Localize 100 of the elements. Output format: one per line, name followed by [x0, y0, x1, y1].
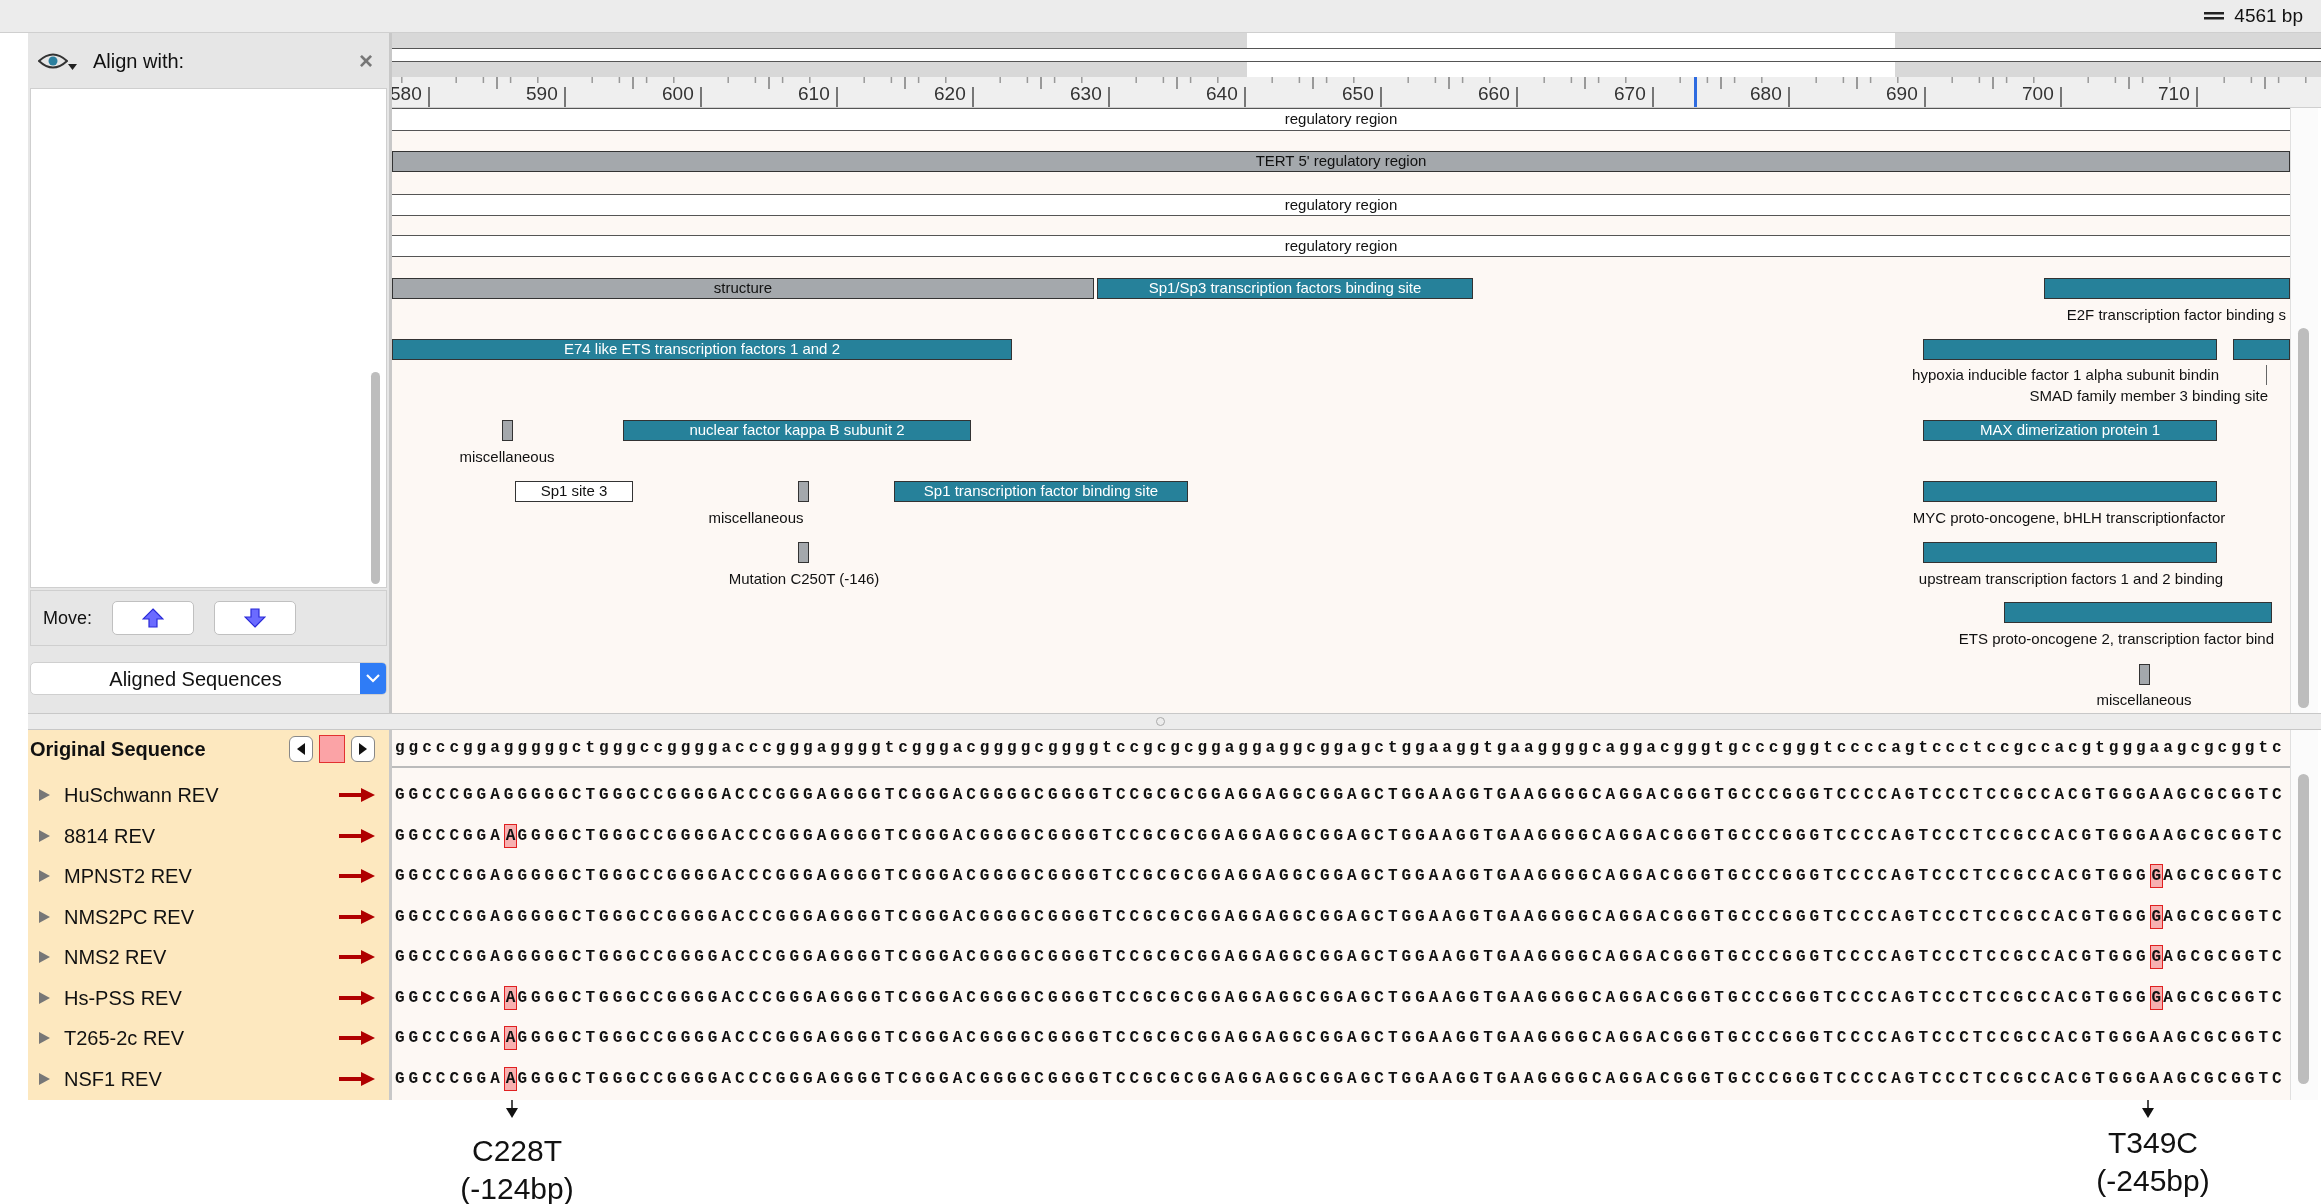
feature-bar[interactable] [2233, 339, 2290, 360]
feature-label: upstream transcription factors 1 and 2 binding [1918, 569, 2224, 589]
feature-bar[interactable]: structure [392, 278, 1094, 299]
feature-marker[interactable] [502, 420, 513, 441]
sequence-name[interactable]: 8814 REV [64, 820, 339, 851]
sequence-name[interactable]: HuSchwann REV [64, 780, 339, 811]
arrow-right-icon [339, 869, 375, 884]
feature-marker[interactable] [2139, 664, 2150, 685]
sequence-text: AGCGCGGTC [2163, 906, 2286, 928]
sequence-text: GGCCCGGA [395, 825, 504, 847]
sequence-text: AGCGCGGTC [2163, 987, 2286, 1009]
move-down-button[interactable] [214, 601, 297, 635]
feature-label: MYC proto-oncogene, bHLH transcriptionfactor [1912, 508, 2226, 528]
view-menu-button[interactable] [38, 51, 77, 70]
sequence-name[interactable]: NMS2 REV [64, 942, 339, 973]
sequence-length: 4561 bp [2234, 3, 2303, 28]
scrollbar[interactable] [2290, 108, 2318, 713]
arrow-up-icon [142, 608, 165, 628]
feature-bar[interactable]: Sp1 transcription factor binding site [894, 481, 1188, 502]
sequence-name[interactable]: Hs-PSS REV [64, 982, 339, 1013]
scrollbar-thumb[interactable] [2298, 774, 2309, 1084]
mutation-color-button[interactable] [319, 735, 345, 763]
sequence-name[interactable]: NSF1 REV [64, 1063, 339, 1094]
feature-bar[interactable] [1923, 481, 2217, 502]
position-label: (-245bp) [2096, 1163, 2210, 1199]
sequence-text: ggcccggagggggctgggccggggacccgggaggggtcgggacggggcggggtccgcgcggaggaggcggagctggaaggtgaaggggcaggacgggtgcccgggtccccagtccctccgccacgtgggaagcgcggtc [395, 738, 2286, 759]
feature-bar[interactable]: Sp1 site 3 [515, 481, 633, 502]
sequence-name[interactable]: NMS2PC REV [64, 901, 339, 932]
ruler-label: 600 [662, 82, 694, 106]
arrow-down-icon [244, 608, 267, 628]
overview-track[interactable] [392, 33, 2321, 77]
scrollbar[interactable] [2290, 730, 2318, 1100]
feature-bar[interactable]: MAX dimerization protein 1 [1923, 420, 2217, 441]
feature-bar[interactable] [1923, 542, 2217, 563]
feature-bar[interactable] [2004, 602, 2272, 623]
sequence-text: GGCCCGGAGGGGGCTGGGCCGGGGACCCGGGAGGGGTCGGGACGGGGCGGGGTCCGCGCGGAGGAGGCGGAGCTGGAAGGTGAAGGGGCAGGACGGGTGCCCGGGTCCCCAGTCCCTCCGCCACGTGGG [395, 947, 2150, 969]
feature-marker[interactable] [798, 542, 809, 563]
down-arrow-icon [506, 1100, 518, 1118]
sequence-text: GGCCCGGAGGGGGCTGGGCCGGGGACCCGGGAGGGGTCGGGACGGGGCGGGGTCCGCGCGGAGGAGGCGGAGCTGGAAGGTGAAGGGGCAGGACGGGTGCCCGGGTCCCCAGTCCCTCCGCCACGTGGG [395, 866, 2150, 888]
sequence-text: AGCGCGGTC [2163, 866, 2286, 888]
caret-icon [68, 63, 77, 70]
feature-label: Mutation C250T (-146) [728, 569, 880, 589]
arrow-right-icon [339, 1031, 375, 1046]
mutated-base: G [2149, 864, 2164, 889]
sequence-text: GGGGCTGGGCCGGGGACCCGGGAGGGGTCGGGACGGGGCGGGGTCCGCGCGGAGGAGGCGGAGCTGGAAGGTGAAGGGGCAGGACGGGTGCCCGGGTCCCCAGTCCCTCCGCCACGTGGGAAGCGCGGTC [517, 1068, 2286, 1090]
sequence-text: GGGGCTGGGCCGGGGACCCGGGAGGGGTCGGGACGGGGCGGGGTCCGCGCGGAGGAGGCGGAGCTGGAAGGTGAAGGGGCAGGACGGGTGCCCGGGTCCCCAGTCCCTCCGCCACGTGGG [517, 987, 2150, 1009]
feature-band: regulatory region [392, 108, 2290, 131]
down-arrow-icon [2142, 1100, 2154, 1118]
feature-marker[interactable] [798, 481, 809, 502]
feature-bar[interactable] [1923, 339, 2217, 360]
feature-label: miscellaneous [708, 508, 804, 528]
ruler-label: 660 [1478, 82, 1510, 106]
feature-bar[interactable]: E74 like ETS transcription factors 1 and 2 [392, 339, 1012, 360]
arrow-right-icon [339, 788, 375, 803]
arrow-right-icon [339, 909, 375, 924]
ruler-label: 650 [1342, 82, 1374, 106]
ruler-label: 670 [1614, 82, 1646, 106]
sequence-text: GGCCCGGA [395, 1028, 504, 1050]
feature-bar[interactable]: Sp1/Sp3 transcription factors binding site [1097, 278, 1473, 299]
sequence-text: GGCCCGGAGGGGGCTGGGCCGGGGACCCGGGAGGGGTCGGGACGGGGCGGGGTCCGCGCGGAGGAGGCGGAGCTGGAAGGTGAAGGGGCAGGACGGGTGCCCGGGTCCCCAGTCCCTCCGCCACGTGGGAAGCGCGGTC [395, 785, 2286, 807]
feature-label: SMAD family member 3 binding site [2029, 386, 2268, 406]
mutated-base: G [2149, 945, 2164, 970]
arrow-right-icon [339, 950, 375, 965]
sequence-header: Original Sequence [30, 737, 207, 762]
ruler-label: 610 [798, 82, 830, 106]
ruler-label: 630 [1070, 82, 1102, 106]
feature-bar[interactable]: TERT 5' regulatory region [392, 151, 2290, 172]
feature-bar[interactable]: nuclear factor kappa B subunit 2 [623, 420, 971, 441]
mutated-base: A [503, 1066, 518, 1091]
move-up-button[interactable] [112, 601, 195, 635]
mutated-base: A [503, 823, 518, 848]
cursor-line [1694, 77, 1697, 107]
mutation-label: C228T [471, 1133, 562, 1169]
feature-bar[interactable] [2044, 278, 2290, 299]
leader-line [2266, 365, 2267, 385]
sequence-text: GGCCCGGA [395, 1068, 504, 1090]
triangle-left-icon [296, 743, 306, 755]
scrollbar-thumb[interactable] [2298, 328, 2309, 708]
feature-band: regulatory region [392, 194, 2290, 216]
arrow-right-icon [339, 828, 375, 843]
arrow-right-icon [339, 990, 375, 1005]
feature-label: miscellaneous [459, 447, 555, 467]
ruler-label: 680 [1750, 82, 1782, 106]
feature-label: ETS proto-oncogene 2, transcription factor bind [1958, 629, 2274, 649]
eye-icon [38, 51, 68, 70]
sequence-name[interactable]: MPNST2 REV [64, 861, 339, 892]
mutation-label: T349C [2107, 1125, 2198, 1161]
sequence-name[interactable]: T265-2c REV [64, 1023, 339, 1054]
feature-label: miscellaneous [2096, 690, 2192, 710]
feature-label: hypoxia inducible factor 1 alpha subunit bindin [1912, 365, 2219, 385]
ruler-label: 700 [2022, 82, 2054, 106]
sequence-dropdown[interactable]: Aligned Sequences [30, 662, 387, 695]
scrollbar-thumb[interactable] [371, 372, 380, 584]
triangle-right-icon [358, 743, 368, 755]
close-button[interactable]: × [359, 42, 373, 79]
mutated-base: A [503, 1026, 518, 1051]
next-button[interactable] [351, 736, 375, 762]
feature-label: E2F transcription factor binding s [2066, 305, 2286, 325]
feature-band: regulatory region [392, 235, 2290, 257]
previous-button[interactable] [289, 736, 313, 762]
